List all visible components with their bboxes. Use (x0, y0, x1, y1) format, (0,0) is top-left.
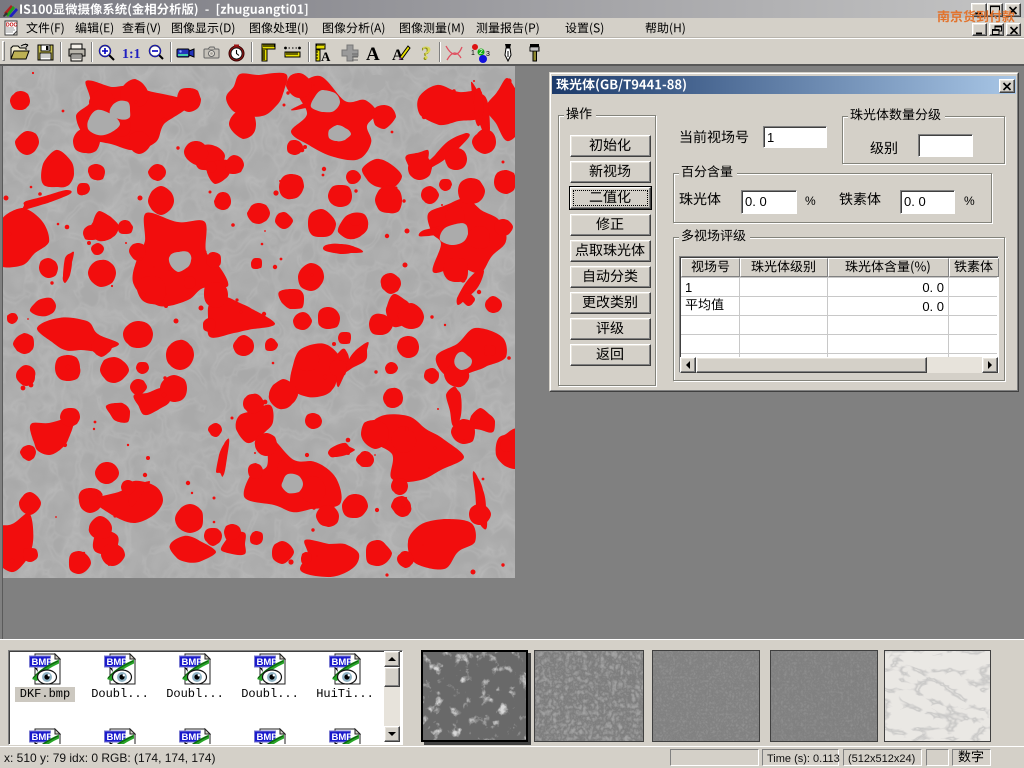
svg-text:2: 2 (479, 49, 483, 56)
svg-text:A: A (366, 44, 380, 63)
svg-text:A: A (321, 49, 331, 63)
svg-text:1:1: 1:1 (122, 47, 141, 62)
svg-text:?: ? (422, 43, 432, 63)
svg-text:1: 1 (471, 50, 475, 57)
svg-text:3: 3 (486, 51, 490, 58)
